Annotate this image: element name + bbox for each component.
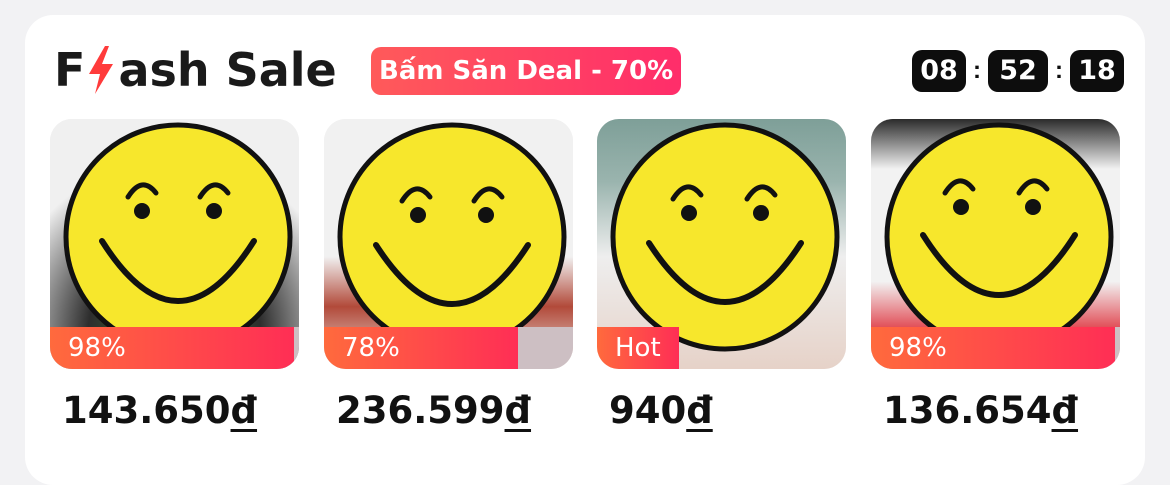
flash-sale-header: F ash Sale Bấm Săn Deal - 70% 08 : 52 : …	[54, 40, 1124, 100]
price-value: 143.650	[62, 389, 231, 432]
sold-progress-bar: 98%	[50, 327, 299, 369]
title-prefix: F	[54, 43, 86, 97]
countdown-seconds: 18	[1070, 50, 1124, 92]
price-value: 236.599	[336, 389, 505, 432]
sold-progress-bar: 98%	[871, 327, 1120, 369]
product-image[interactable]: Hot	[597, 119, 846, 369]
sold-progress-bar: Hot	[597, 327, 846, 369]
product-card[interactable]: 98% 143.650đ	[50, 119, 299, 432]
progress-label: 98%	[68, 333, 126, 363]
currency-symbol: đ	[1051, 389, 1079, 432]
lightning-bolt-icon	[86, 44, 116, 96]
price-value: 940	[609, 389, 687, 432]
price-value: 136.654	[883, 389, 1052, 432]
product-price: 236.599đ	[336, 389, 531, 432]
progress-label: 78%	[342, 333, 400, 363]
countdown-timer: 08 : 52 : 18	[912, 50, 1124, 92]
progress-label: 98%	[889, 333, 947, 363]
title-suffix: ash Sale	[118, 43, 337, 97]
currency-symbol: đ	[504, 389, 532, 432]
product-price: 940đ	[609, 389, 713, 432]
product-price: 143.650đ	[62, 389, 257, 432]
deal-badge-button[interactable]: Bấm Săn Deal - 70%	[371, 47, 682, 95]
currency-symbol: đ	[230, 389, 258, 432]
countdown-hours: 08	[912, 50, 966, 92]
progress-label: Hot	[615, 333, 661, 363]
product-image[interactable]: 78%	[324, 119, 573, 369]
smiley-face-icon	[63, 122, 293, 352]
countdown-separator: :	[1055, 57, 1063, 84]
flash-sale-title: F ash Sale	[54, 40, 337, 100]
smiley-face-icon	[337, 122, 567, 352]
smiley-face-icon	[884, 122, 1114, 352]
product-card[interactable]: 98% 136.654đ	[871, 119, 1120, 432]
product-price: 136.654đ	[883, 389, 1078, 432]
product-image[interactable]: 98%	[871, 119, 1120, 369]
product-card[interactable]: 78% 236.599đ	[324, 119, 573, 432]
product-card[interactable]: Hot 940đ	[597, 119, 846, 432]
countdown-minutes: 52	[988, 50, 1048, 92]
countdown-separator: :	[973, 57, 981, 84]
currency-symbol: đ	[686, 389, 713, 432]
sold-progress-bar: 78%	[324, 327, 573, 369]
product-image[interactable]: 98%	[50, 119, 299, 369]
smiley-face-icon	[610, 122, 840, 352]
